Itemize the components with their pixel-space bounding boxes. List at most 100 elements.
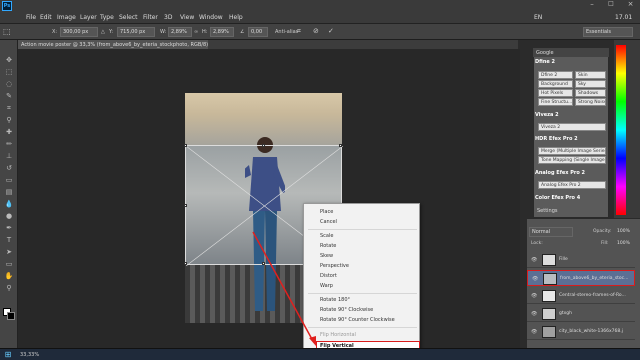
quick-select-tool-icon[interactable]: ✎: [4, 92, 14, 100]
color-spectrum[interactable]: [616, 45, 626, 215]
menu-help[interactable]: Help: [229, 14, 243, 21]
y-input[interactable]: 715,00 px: [117, 27, 155, 37]
background-color-swatch[interactable]: [7, 312, 15, 320]
btn-shadows[interactable]: Shadows: [575, 89, 606, 97]
layer-row[interactable]: 👁 Fille: [527, 252, 635, 268]
transform-tool-icon[interactable]: ⬚: [3, 27, 11, 36]
btn-tone-mapping[interactable]: Tone Mapping (Single Image): [538, 156, 606, 164]
shape-tool-icon[interactable]: ▭: [4, 260, 14, 268]
lasso-tool-icon[interactable]: ◌: [4, 80, 14, 88]
btn-fine-structure[interactable]: Fine Structu...: [538, 98, 573, 106]
cm-rotate-90-ccw[interactable]: Rotate 90° Counter Clockwise: [320, 317, 395, 323]
visibility-eye-icon[interactable]: 👁: [531, 329, 537, 335]
btn-hot-pixels[interactable]: Hot Pixels: [538, 89, 573, 97]
cm-warp[interactable]: Warp: [320, 283, 333, 289]
cm-cancel[interactable]: Cancel: [320, 219, 337, 225]
handle-top-center[interactable]: [262, 144, 265, 147]
handle-top-right[interactable]: [339, 144, 342, 147]
handle-bottom-center[interactable]: [262, 262, 265, 265]
handle-bottom-left[interactable]: [184, 262, 187, 265]
layer-row[interactable]: 👁 Central-stereo-frames-of-Ro...: [527, 288, 635, 304]
menu-select[interactable]: Select: [119, 14, 138, 21]
delta-icon[interactable]: △: [101, 29, 105, 35]
dodge-tool-icon[interactable]: ●: [4, 212, 14, 220]
workspace-select[interactable]: Essentials: [583, 27, 633, 37]
move-tool-icon[interactable]: ✥: [4, 56, 14, 64]
layer-row[interactable]: 👁 gtxgh: [527, 306, 635, 322]
opacity-value[interactable]: 100%: [617, 229, 630, 234]
menu-edit[interactable]: Edit: [40, 14, 52, 21]
section-analog-efex[interactable]: Analog Efex Pro 2: [535, 170, 585, 176]
zoom-tool-icon[interactable]: ⚲: [4, 284, 14, 292]
section-dfine[interactable]: Dfine 2: [535, 59, 555, 65]
antialias-checkbox[interactable]: Anti-alias: [275, 29, 298, 35]
layer-row[interactable]: 👁 city_black_white-1366x768.j: [527, 324, 635, 340]
minimize-button[interactable]: –: [583, 0, 601, 11]
fill-value[interactable]: 100%: [617, 241, 630, 246]
type-tool-icon[interactable]: T: [4, 236, 14, 244]
cm-place[interactable]: Place: [320, 209, 333, 215]
menu-3d[interactable]: 3D: [164, 14, 172, 21]
blend-mode-select[interactable]: Normal: [529, 227, 573, 237]
cm-skew[interactable]: Skew: [320, 253, 333, 259]
visibility-eye-icon[interactable]: 👁: [531, 257, 537, 263]
menu-layer[interactable]: Layer: [80, 14, 97, 21]
crop-tool-icon[interactable]: ⌗: [4, 104, 14, 112]
eraser-tool-icon[interactable]: ▭: [4, 176, 14, 184]
btn-sky[interactable]: Sky: [575, 80, 606, 88]
pen-tool-icon[interactable]: ✒: [4, 224, 14, 232]
btn-viveza[interactable]: Viveza 2: [538, 123, 606, 131]
document-tab[interactable]: Action movie poster @ 33,3% (from_above6…: [18, 40, 208, 49]
w-input[interactable]: 2,89%: [168, 27, 192, 37]
plugins-settings[interactable]: Settings: [537, 208, 558, 214]
section-hdr-efex[interactable]: HDR Efex Pro 2: [535, 136, 578, 142]
cancel-transform-icon[interactable]: ⊘: [313, 27, 319, 35]
path-select-tool-icon[interactable]: ➤: [4, 248, 14, 256]
visibility-eye-icon[interactable]: 👁: [531, 293, 537, 299]
cm-perspective[interactable]: Perspective: [320, 263, 349, 269]
cm-rotate-180[interactable]: Rotate 180°: [320, 297, 350, 303]
stamp-tool-icon[interactable]: ⊥: [4, 152, 14, 160]
x-input[interactable]: 300,00 px: [60, 27, 98, 37]
gradient-tool-icon[interactable]: ▤: [4, 188, 14, 196]
cm-rotate[interactable]: Rotate: [320, 243, 336, 249]
cm-distort[interactable]: Distort: [320, 273, 337, 279]
btn-analog-efex[interactable]: Analog Efex Pro 2: [538, 181, 606, 189]
healing-tool-icon[interactable]: ✚: [4, 128, 14, 136]
start-button[interactable]: ⊞: [2, 350, 14, 360]
h-input[interactable]: 2,89%: [210, 27, 234, 37]
section-color-efex[interactable]: Color Efex Pro 4: [535, 195, 580, 201]
blur-tool-icon[interactable]: 💧: [4, 200, 14, 208]
eyedropper-tool-icon[interactable]: ⚲: [4, 116, 14, 124]
brush-tool-icon[interactable]: ✏: [4, 140, 14, 148]
commit-transform-icon[interactable]: ✓: [328, 27, 334, 35]
hand-tool-icon[interactable]: ✋: [4, 272, 14, 280]
menu-file[interactable]: File: [26, 14, 36, 21]
btn-skin[interactable]: Skin: [575, 71, 606, 79]
warp-icon[interactable]: ⌗: [297, 27, 301, 36]
btn-background[interactable]: Background: [538, 80, 573, 88]
history-brush-icon[interactable]: ↺: [4, 164, 14, 172]
cm-scale[interactable]: Scale: [320, 233, 333, 239]
cm-flip-horizontal[interactable]: Flip Horizontal: [320, 332, 356, 338]
menu-type[interactable]: Type: [100, 14, 114, 21]
link-icon[interactable]: ∞: [194, 29, 198, 35]
handle-top-left[interactable]: [184, 144, 187, 147]
handle-middle-left[interactable]: [184, 204, 187, 207]
btn-merge[interactable]: Merge (Multiple Image Series): [538, 147, 606, 155]
angle-input[interactable]: 0,00: [248, 27, 268, 37]
section-viveza[interactable]: Viveza 2: [535, 112, 559, 118]
close-button[interactable]: ×: [621, 0, 640, 11]
visibility-eye-icon[interactable]: 👁: [531, 311, 537, 317]
menu-window[interactable]: Window: [199, 14, 223, 21]
maximize-button[interactable]: □: [602, 0, 620, 11]
visibility-eye-icon[interactable]: 👁: [532, 276, 538, 282]
menu-image[interactable]: Image: [57, 14, 76, 21]
marquee-tool-icon[interactable]: ⬚: [4, 68, 14, 76]
cm-rotate-90-cw[interactable]: Rotate 90° Clockwise: [320, 307, 373, 313]
btn-strong-noise[interactable]: Strong Noise: [575, 98, 606, 106]
menu-view[interactable]: View: [180, 14, 194, 21]
layer-row-selected[interactable]: 👁 from_above6_by_eteria_stoc...: [527, 270, 635, 286]
btn-dfine[interactable]: Dfine 2: [538, 71, 573, 79]
menu-filter[interactable]: Filter: [143, 14, 158, 21]
